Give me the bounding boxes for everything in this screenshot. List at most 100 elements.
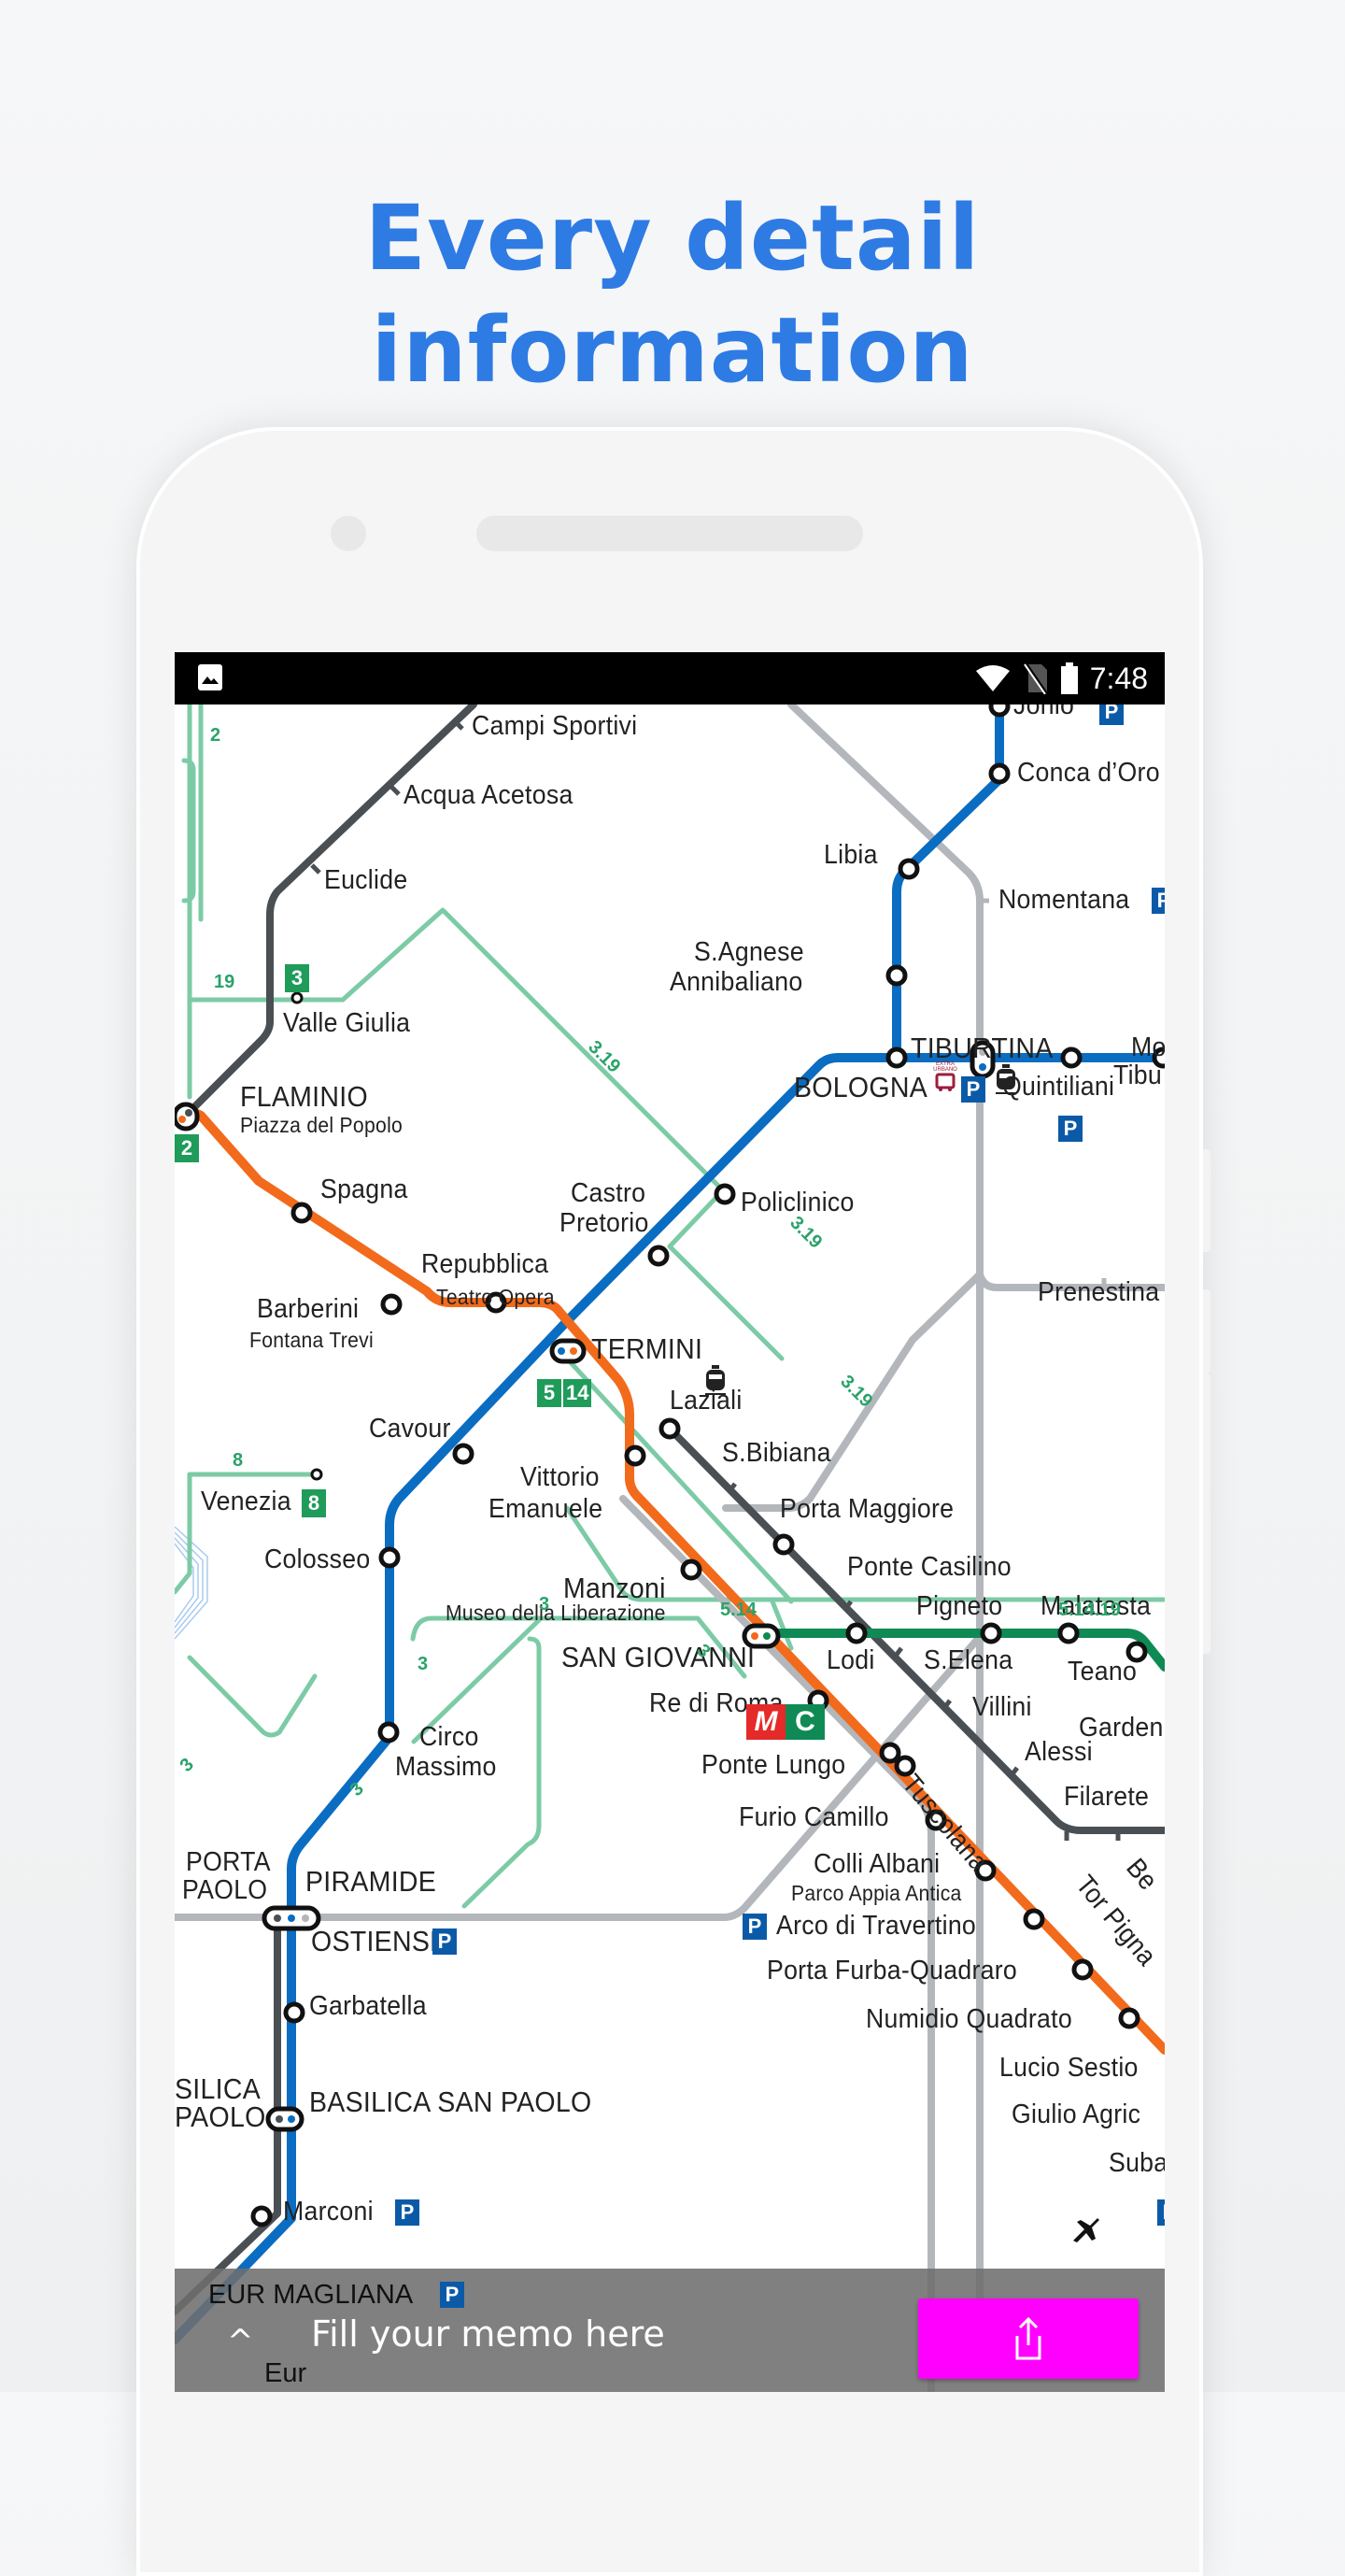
tram-number: 8 xyxy=(233,1450,244,1471)
status-bar: 7:48 xyxy=(175,652,1165,704)
station-label[interactable]: Valle Giulia xyxy=(283,1009,410,1038)
phone-speaker xyxy=(476,516,863,551)
tram-badge: 14 xyxy=(563,1379,592,1407)
station-label[interactable]: Barberini xyxy=(257,1295,359,1324)
station-label[interactable]: Acqua Acetosa xyxy=(404,781,573,810)
station-label[interactable]: PIRAMIDE xyxy=(305,1866,436,1898)
station-label[interactable]: Garbatella xyxy=(309,1992,427,2021)
station-label[interactable]: BASILICA SAN PAOLO xyxy=(309,2086,591,2118)
station-label[interactable]: OSTIENSE xyxy=(311,1926,447,1957)
station-label[interactable]: Ponte Lungo xyxy=(701,1751,845,1780)
memo-input[interactable]: Fill your memo here xyxy=(311,2313,665,2355)
headline: Every detail information xyxy=(0,182,1345,406)
line-c-logo: C xyxy=(786,1704,825,1740)
station-label[interactable]: Annibaliano xyxy=(670,968,802,997)
airport-icon xyxy=(1073,2218,1099,2242)
station-label[interactable]: Villini xyxy=(972,1693,1032,1722)
tram-number: 19 xyxy=(214,972,235,992)
station-label[interactable]: Policlinico xyxy=(741,1188,855,1217)
station-label[interactable]: Massimo xyxy=(395,1753,497,1782)
station-label[interactable]: Arco di Travertino xyxy=(776,1912,976,1941)
parking-icon: P xyxy=(395,2199,419,2226)
station-label[interactable]: Colosseo xyxy=(264,1545,370,1574)
station-label[interactable]: Marconi xyxy=(283,2198,374,2227)
station-label[interactable]: Manzoni xyxy=(563,1573,666,1604)
station-label[interactable]: Emanuele xyxy=(488,1495,602,1524)
station-label[interactable]: Cavour xyxy=(369,1415,451,1444)
station-label[interactable]: Laziali xyxy=(670,1387,743,1416)
station-label[interactable]: Pigneto xyxy=(916,1592,1002,1621)
station-label[interactable]: Campi Sportivi xyxy=(472,712,637,741)
station-label[interactable]: FLAMINIO xyxy=(240,1081,368,1113)
tram-number: 3 xyxy=(418,1654,429,1674)
station-label[interactable]: Ponte Casilino xyxy=(847,1553,1012,1582)
station-label[interactable]: Numidio Quadrato xyxy=(866,2005,1072,2034)
share-icon xyxy=(1015,2316,1041,2360)
parking-icon: P xyxy=(432,1928,457,1955)
phone-volume-button xyxy=(1203,1149,1210,1252)
station-label[interactable]: BOLOGNA xyxy=(794,1072,927,1103)
phone-power-button xyxy=(1203,1373,1210,1654)
station-label[interactable]: Porta Furba-Quadraro xyxy=(767,1957,1017,1985)
memo-bar: EUR MAGLIANA P Eur ^ Fill your memo here xyxy=(175,2269,1165,2392)
tram-badge: 8 xyxy=(302,1489,326,1517)
station-label[interactable]: Circo xyxy=(419,1723,479,1752)
station-label[interactable]: PORTA xyxy=(186,1848,271,1877)
image-icon xyxy=(198,664,222,690)
station-label[interactable]: Repubblica xyxy=(421,1250,548,1279)
metro-map[interactable]: EXTRA URBANO Campi Sportivi Acqua Acetosa… xyxy=(175,691,1165,2392)
station-label[interactable]: Tibu xyxy=(1113,1061,1162,1090)
tram-badge: 2 xyxy=(175,1134,199,1162)
chevron-up-icon[interactable]: ^ xyxy=(227,2323,254,2360)
station-label[interactable]: EUR MAGLIANA xyxy=(208,2280,413,2311)
station-label[interactable]: Lucio Sestio xyxy=(999,2054,1139,2083)
station-label[interactable]: Nomentana xyxy=(998,886,1129,915)
station-label[interactable]: PAOLO xyxy=(175,2101,266,2133)
parking-icon: P xyxy=(961,1076,985,1103)
share-button[interactable] xyxy=(918,2298,1139,2379)
station-label[interactable]: SAN GIOVANNI xyxy=(561,1642,755,1673)
tram-number: 2 xyxy=(210,725,221,746)
station-label[interactable]: S.Agnese xyxy=(694,938,804,967)
parking-icon: P xyxy=(1152,888,1165,914)
parking-icon: P xyxy=(743,1914,767,1940)
station-label[interactable]: S.Bibiana xyxy=(722,1439,831,1468)
station-label[interactable]: Filarete xyxy=(1064,1783,1149,1812)
station-label[interactable]: PAOLO xyxy=(182,1876,267,1905)
svg-text:URBANO: URBANO xyxy=(933,1067,957,1073)
station-label[interactable]: Colli Albani xyxy=(814,1850,940,1879)
tram-number: 5.14.19 xyxy=(1058,1600,1121,1620)
station-label[interactable]: Castro xyxy=(571,1179,645,1208)
station-label[interactable]: Alessi xyxy=(1025,1738,1093,1767)
station-label[interactable]: Eur xyxy=(264,2358,306,2389)
battery-icon xyxy=(1060,662,1078,694)
tram-badge: 3 xyxy=(285,964,309,992)
status-time: 7:48 xyxy=(1089,661,1148,695)
tram-number: 3 xyxy=(539,1594,550,1615)
station-label[interactable]: Suba xyxy=(1109,2149,1165,2178)
station-label[interactable]: Spagna xyxy=(320,1175,408,1204)
phone-camera xyxy=(331,516,366,551)
station-sublabel: Museo della Liberazione xyxy=(446,1601,666,1625)
station-label[interactable]: Pretorio xyxy=(559,1209,649,1238)
station-label[interactable]: TERMINI xyxy=(591,1333,702,1365)
station-label[interactable]: Teano xyxy=(1068,1658,1137,1686)
station-label[interactable]: Quintiliani xyxy=(1002,1073,1114,1102)
parking-icon: P xyxy=(1157,2199,1165,2226)
station-label[interactable]: Conca d’Oro xyxy=(1017,759,1160,788)
station-label[interactable]: Euclide xyxy=(324,866,407,895)
station-label[interactable]: Giulio Agric xyxy=(1012,2100,1140,2129)
headline-line-1: Every detail xyxy=(364,186,981,291)
station-label[interactable]: Furio Camillo xyxy=(739,1803,889,1832)
station-label[interactable]: Lodi xyxy=(827,1646,875,1675)
station-label[interactable]: Porta Maggiore xyxy=(780,1495,954,1524)
station-label[interactable]: Prenestina xyxy=(1038,1278,1159,1307)
station-label[interactable]: Libia xyxy=(824,841,878,870)
parking-icon: P xyxy=(440,2282,464,2308)
station-label[interactable]: Vittorio xyxy=(520,1463,600,1492)
station-label[interactable]: S.Elena xyxy=(924,1646,1012,1675)
station-label[interactable]: TIBURTINA xyxy=(911,1032,1054,1064)
station-label[interactable]: Mo xyxy=(1131,1033,1165,1062)
headline-line-2: information xyxy=(371,298,974,403)
station-label[interactable]: Venezia xyxy=(201,1487,291,1516)
